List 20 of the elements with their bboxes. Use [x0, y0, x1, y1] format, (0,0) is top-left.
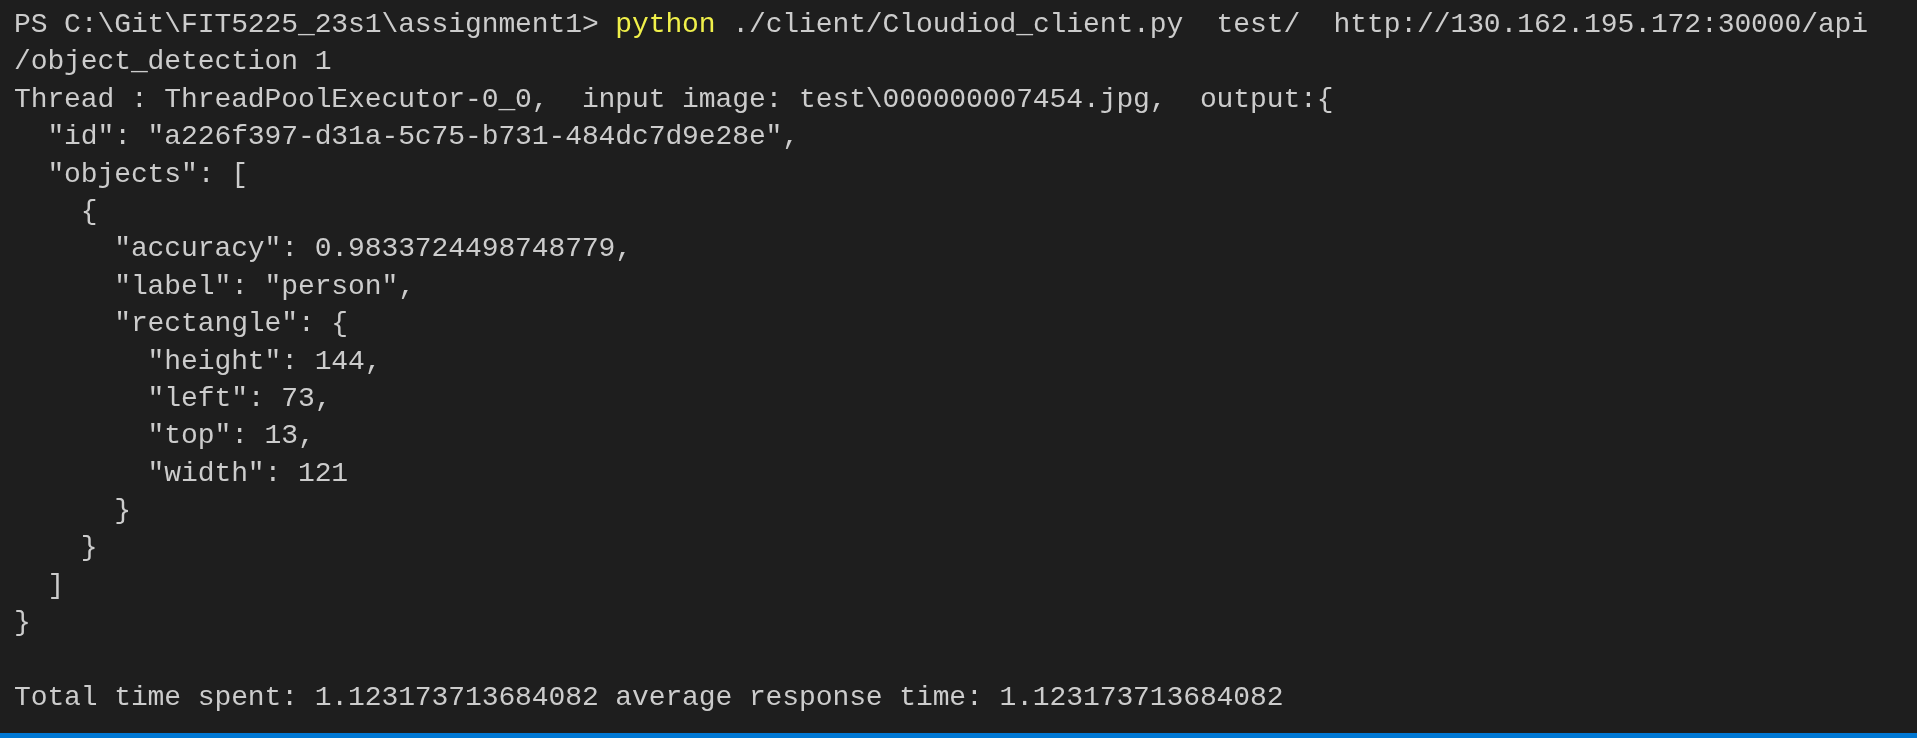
prompt-text: PS C:\Git\FIT5225_23s1\assignment1>	[14, 9, 599, 40]
output-line: "top": 13,	[146, 419, 316, 454]
output-line: "left": 73,	[146, 381, 333, 416]
output-line: }	[79, 531, 99, 566]
output-line: "objects": [	[46, 157, 249, 192]
output-line: "id": "a226f397-d31a-5c75-b731-484dc7d9e28e",	[46, 120, 801, 155]
argument-text: ./client/Cloudiod_client.py test/ http://130.162.195.172:30000/api	[732, 9, 1869, 40]
output-line: "rectangle": {	[113, 307, 350, 342]
output-line: }	[14, 606, 32, 641]
output-line: ]	[46, 568, 66, 603]
output-line: /object_detection 1	[14, 45, 333, 80]
output-line: "accuracy": 0.9833724498748779,	[113, 232, 633, 267]
command-text: python	[615, 9, 716, 40]
summary-line: Total time spent: 1.123173713684082 average response time: 1.123173713684082	[14, 681, 1285, 716]
output-line: "height": 144,	[146, 344, 383, 379]
output-line: }	[113, 494, 132, 529]
output-line: Thread : ThreadPoolExecutor-0_0, input image: test\000000007454.jpg, output:{	[14, 82, 1335, 117]
output-line: "label": "person",	[113, 269, 416, 304]
output-line: {	[79, 194, 99, 229]
output-line: "width": 121	[146, 456, 350, 491]
